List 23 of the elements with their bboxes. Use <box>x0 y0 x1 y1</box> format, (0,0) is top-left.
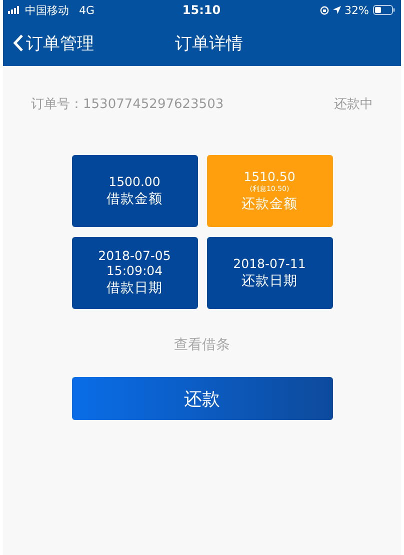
order-number: 订单号：15307745297623503 <box>31 96 224 113</box>
lock-rotation-icon <box>320 6 329 14</box>
page-title: 订单详情 <box>175 32 243 54</box>
network-type: 4G <box>79 4 95 16</box>
status-time: 15:10 <box>182 3 221 17</box>
tile-caption: 还款日期 <box>242 272 298 290</box>
carrier-name: 中国移动 <box>25 2 69 18</box>
chevron-left-icon <box>13 34 24 52</box>
order-status: 还款中 <box>334 96 373 113</box>
battery-icon <box>372 5 395 15</box>
tile-value: 1510.50 <box>244 168 296 184</box>
tile-value: 2018-07-11 <box>233 256 306 270</box>
tile-value: 2018-07-05 <box>98 248 171 263</box>
battery-percent: 32% <box>344 4 369 16</box>
tile-caption: 借款日期 <box>106 279 162 298</box>
location-icon <box>332 6 341 14</box>
repay-button[interactable]: 还款 <box>72 377 332 420</box>
tile-value: 1500.00 <box>108 174 160 188</box>
back-button[interactable]: 订单管理 <box>13 32 153 54</box>
signal-icon <box>8 6 21 14</box>
tile-caption: 还款金额 <box>242 194 298 214</box>
tile-value: 15:09:04 <box>106 263 163 278</box>
tile-caption: 借款金额 <box>106 190 162 208</box>
